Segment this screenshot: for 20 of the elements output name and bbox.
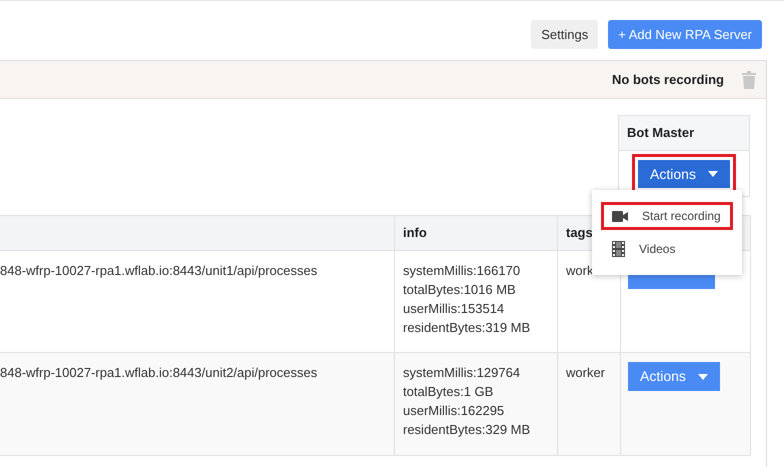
table-cell: 848-wfrp-10027-rpa1.wflab.io:8443/unit2/api/processes bbox=[0, 365, 318, 380]
table-header: Bot Master bbox=[619, 116, 749, 151]
table-cell: work bbox=[566, 263, 594, 278]
info-line: residentBytes:329 MB bbox=[403, 421, 532, 439]
column-header: info bbox=[403, 224, 427, 242]
info-line: residentBytes:319 MB bbox=[403, 319, 532, 337]
info-line: totalBytes:1 GB bbox=[403, 383, 494, 401]
info-line: systemMillis:129764 bbox=[403, 364, 522, 382]
info-line: totalBytes:1016 MB bbox=[403, 281, 517, 299]
info-line: systemMillis:166170 bbox=[403, 262, 522, 280]
table-cell: worker bbox=[566, 365, 606, 380]
actions-button[interactable]: Actions bbox=[638, 160, 730, 188]
menu-item[interactable]: Videos bbox=[601, 235, 733, 263]
recording-status: No bots recording bbox=[612, 70, 724, 89]
info-line: userMillis:153514 bbox=[403, 300, 506, 318]
settings-button[interactable]: Settings bbox=[531, 20, 598, 49]
table-cell: 848-wfrp-10027-rpa1.wflab.io:8443/unit1/api/processes bbox=[0, 263, 318, 278]
menu-item[interactable]: Start recording bbox=[601, 202, 733, 230]
column-header: tags bbox=[566, 224, 593, 242]
info-line: userMillis:162295 bbox=[403, 402, 506, 420]
